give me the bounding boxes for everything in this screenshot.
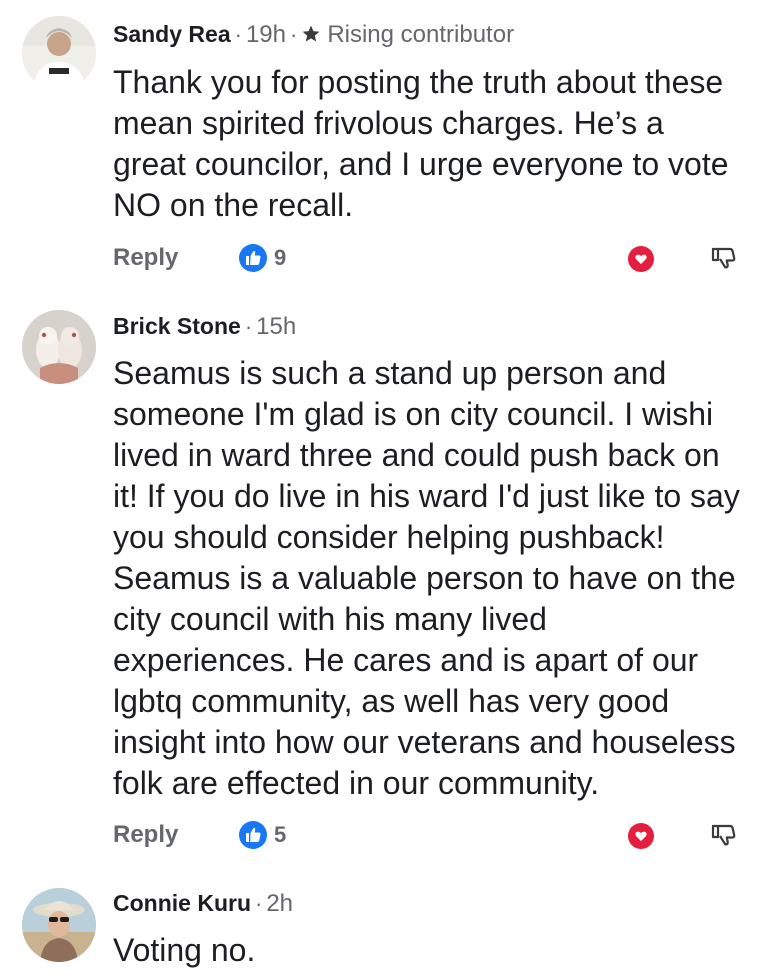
separator: ·: [234, 22, 242, 47]
reply-button[interactable]: Reply: [113, 818, 178, 852]
separator: ·: [244, 314, 253, 339]
contributor-badge: Rising contributor: [301, 21, 514, 48]
thumbs-down-icon[interactable]: [708, 243, 738, 273]
heart-icon[interactable]: [627, 822, 655, 850]
separator: ·: [289, 22, 298, 47]
thumbs-up-icon: [239, 244, 267, 272]
star-icon: [302, 25, 320, 42]
author-name[interactable]: Brick Stone: [113, 313, 241, 339]
comment-actions: Reply 5: [113, 818, 753, 852]
reply-button[interactable]: Reply: [113, 241, 178, 275]
like-count-button[interactable]: 9: [238, 243, 286, 273]
like-count: 9: [274, 245, 287, 270]
comment-text: Seamus is such a stand up person and som…: [113, 355, 740, 801]
author-name[interactable]: Sandy Rea: [113, 21, 231, 47]
avatar[interactable]: [22, 888, 96, 962]
author-name[interactable]: Connie Kuru: [113, 890, 251, 916]
timestamp[interactable]: 15h: [256, 313, 296, 340]
separator: ·: [255, 891, 263, 916]
thumbs-down-icon[interactable]: [708, 820, 738, 850]
like-count: 5: [274, 822, 287, 847]
heart-icon[interactable]: [627, 245, 655, 273]
comment-meta: Brick Stone · 15h: [113, 311, 296, 341]
comment-meta: Sandy Rea · 19h · Rising contributor: [113, 19, 514, 49]
avatar-image: [22, 310, 96, 384]
comment-meta: Connie Kuru · 2h: [113, 888, 293, 918]
avatar-image: [22, 888, 96, 962]
like-count-button[interactable]: 5: [238, 820, 286, 850]
thumbs-up-icon: [239, 821, 267, 849]
comment-actions: Reply 9: [113, 241, 753, 275]
avatar[interactable]: [22, 16, 96, 90]
comment-text: Thank you for posting the truth about th…: [113, 64, 729, 223]
timestamp[interactable]: 19h: [246, 21, 286, 48]
avatar-image: [22, 16, 96, 90]
badge-label: Rising contributor: [327, 21, 515, 48]
avatar[interactable]: [22, 310, 96, 384]
comment-text: Voting no.: [113, 932, 256, 968]
timestamp[interactable]: 2h: [266, 890, 293, 917]
